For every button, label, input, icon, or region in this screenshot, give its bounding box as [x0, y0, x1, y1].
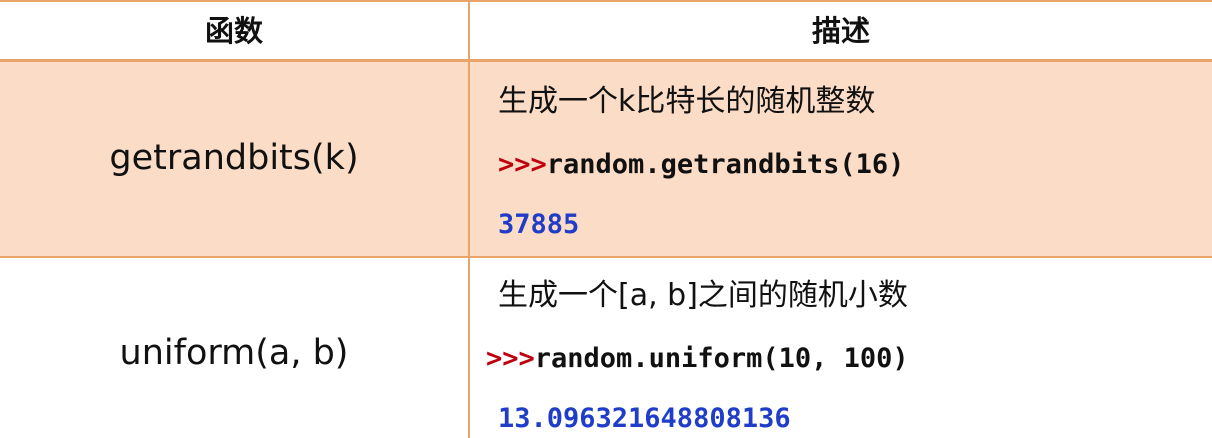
table-header-row: 函数 描述: [0, 0, 1212, 60]
table-top-border: [0, 0, 1212, 2]
description-text: 生成一个k比特长的随机整数: [498, 83, 876, 119]
column-header-description: 描述: [811, 14, 870, 49]
table-row: uniform(a, b) 生成一个[a, b]之间的随机小数 >>>rando…: [0, 256, 1212, 438]
code-text: random.uniform(10, 100): [534, 342, 909, 374]
prompt-symbol: >>>: [498, 148, 547, 180]
code-result: 37885: [498, 208, 580, 240]
code-result: 13.096321648808136: [498, 402, 791, 434]
code-text: random.getrandbits(16): [546, 148, 905, 180]
description-text: 生成一个[a, b]之间的随机小数: [498, 277, 908, 313]
table-row: getrandbits(k) 生成一个k比特长的随机整数 >>>random.g…: [0, 60, 1212, 257]
function-table: 函数 描述 getrandbits(k) 生成一个k比特长的随机整数 >>>ra…: [0, 0, 1212, 438]
column-header-function: 函数: [0, 0, 470, 60]
prompt-symbol: >>>: [486, 342, 535, 374]
code-example: >>>random.uniform(10, 100): [486, 329, 1211, 389]
function-name-cell: uniform(a, b): [0, 256, 470, 438]
description-cell: 生成一个[a, b]之间的随机小数 >>>random.uniform(10, …: [469, 257, 1212, 438]
code-example: >>>random.getrandbits(16): [498, 135, 1211, 195]
function-name-cell: getrandbits(k): [0, 60, 470, 257]
description-cell: 生成一个k比特长的随机整数 >>>random.getrandbits(16) …: [469, 60, 1212, 257]
